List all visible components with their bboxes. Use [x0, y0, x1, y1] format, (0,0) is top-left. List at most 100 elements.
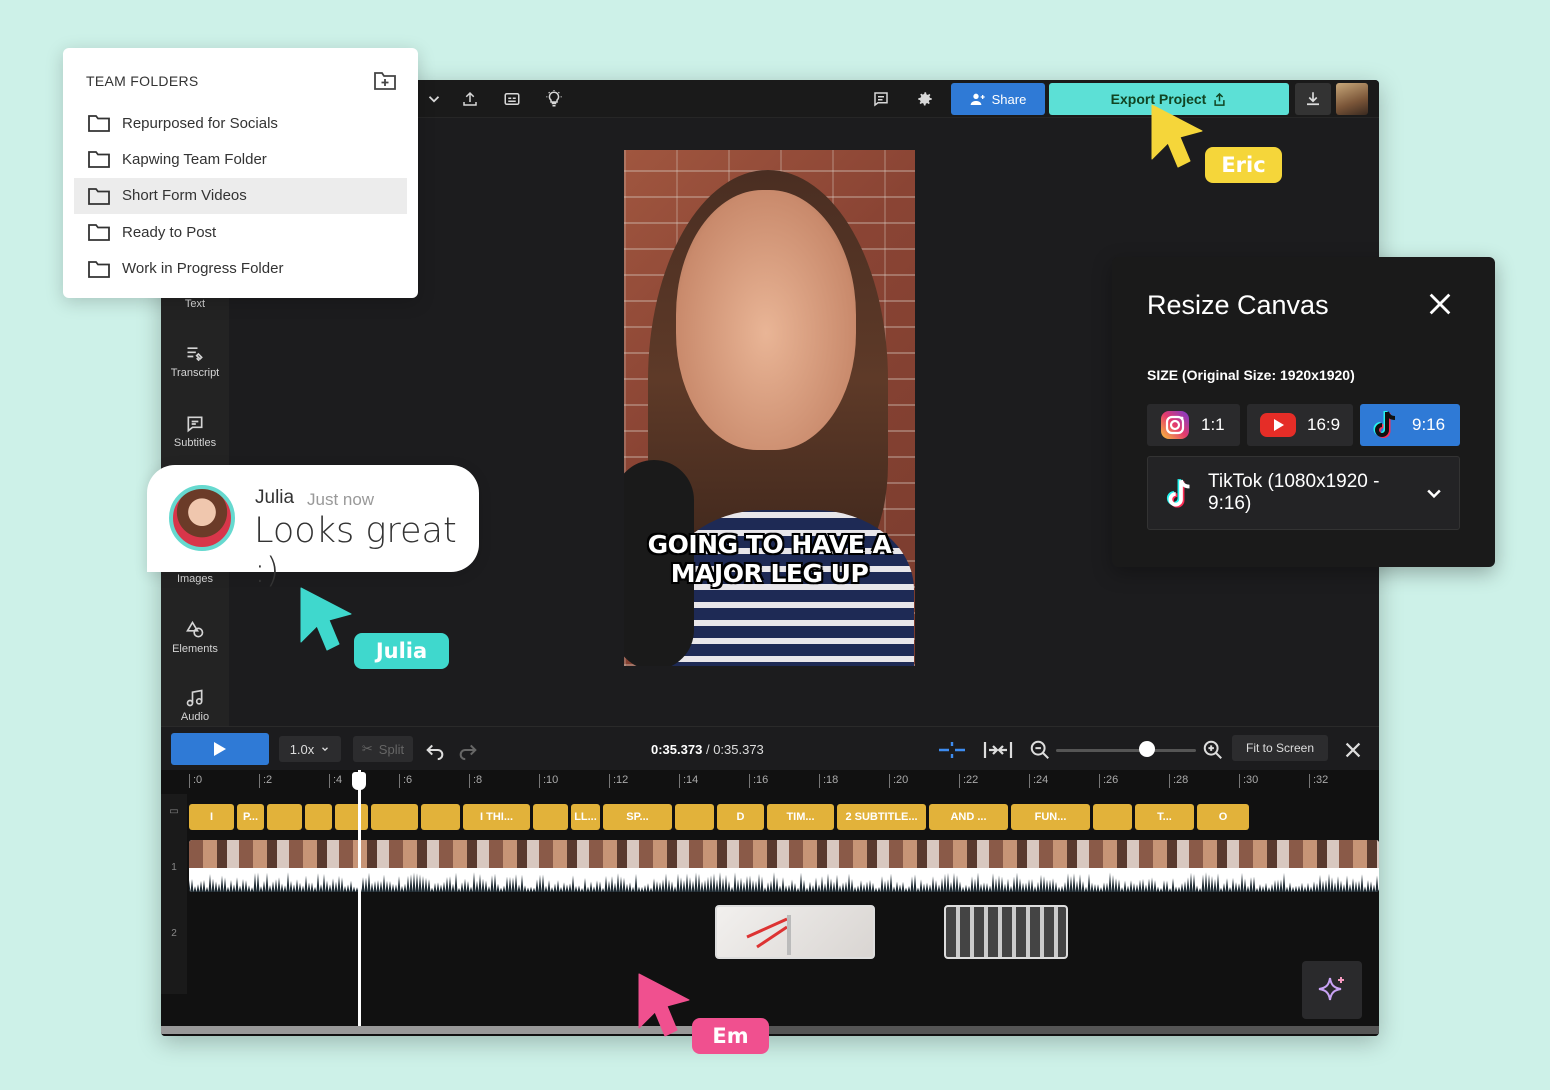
sidebar-item-images[interactable]: Images [161, 573, 229, 585]
zoom-slider-handle[interactable] [1139, 741, 1155, 757]
time-ruler[interactable]: :0:2:4:6:8:10:12:14:16:18:20:22:24:26:28… [189, 770, 1379, 792]
undo-icon[interactable] [424, 739, 446, 761]
folder-label: Repurposed for Socials [122, 114, 278, 132]
subtitle-clip[interactable]: FUN... [1011, 804, 1090, 830]
video-preview[interactable]: GOING TO HAVE A MAJOR LEG UP [624, 150, 915, 666]
total-time: 0:35.373 [713, 742, 764, 757]
download-icon [1307, 92, 1319, 106]
subtitle-clip[interactable] [305, 804, 332, 830]
lightbulb-icon[interactable] [543, 88, 565, 110]
folder-icon [88, 187, 110, 205]
chevron-down-icon[interactable] [423, 88, 445, 110]
ruler-tick: :16 [749, 774, 768, 788]
new-folder-icon[interactable] [373, 69, 397, 91]
ratio-16-9-button[interactable]: 16:9 [1247, 404, 1353, 446]
folder-item[interactable]: Short Form Videos [74, 177, 407, 214]
subtitle-clip[interactable] [1093, 804, 1132, 830]
fit-width-icon[interactable] [983, 739, 1013, 761]
zoom-in-icon[interactable] [1202, 739, 1224, 761]
subtitle-clip[interactable]: D [717, 804, 764, 830]
cursor-name-tag: Em [692, 1018, 769, 1054]
sidebar-item-label: Text [184, 298, 206, 310]
playhead-handle[interactable] [352, 772, 366, 790]
ruler-tick: :12 [609, 774, 628, 788]
audio-waveform [189, 872, 1379, 892]
folder-item[interactable]: Ready to Post [74, 214, 407, 250]
share-out-icon [1214, 92, 1225, 106]
cursor-arrow-icon [638, 973, 690, 1037]
timeline-scrollbar-thumb[interactable] [161, 1026, 701, 1034]
sidebar-item-audio[interactable]: Audio [161, 688, 229, 723]
gear-icon[interactable] [914, 88, 936, 110]
cursor-arrow-icon [1151, 104, 1203, 168]
comment-author: Julia [255, 487, 295, 508]
upload-icon[interactable] [459, 88, 481, 110]
subtitle-clip[interactable]: TIM... [767, 804, 834, 830]
subtitle-clip[interactable] [335, 804, 368, 830]
share-button[interactable]: Share [951, 83, 1045, 115]
subtitle-clip[interactable] [371, 804, 418, 830]
subtitle-clip[interactable]: T... [1135, 804, 1194, 830]
captions-icon[interactable] [501, 88, 523, 110]
subtitle-clip[interactable]: SP... [603, 804, 672, 830]
ruler-tick: :6 [399, 774, 412, 788]
user-avatar[interactable] [1336, 83, 1368, 115]
snap-icon[interactable] [937, 739, 967, 761]
speed-select[interactable]: 1.0x [279, 736, 341, 762]
ruler-tick: :18 [819, 774, 838, 788]
zoom-slider[interactable] [1056, 749, 1196, 752]
subtitle-clip[interactable]: LL... [571, 804, 600, 830]
subtitle-clip[interactable]: P... [237, 804, 264, 830]
overlay-clip[interactable] [715, 905, 875, 959]
chevron-down-icon [1427, 489, 1441, 499]
close-icon[interactable] [1426, 290, 1454, 318]
ruler-tick: :4 [329, 774, 342, 788]
platform-preset-select[interactable]: TikTok (1080x1920 - 9:16) [1147, 456, 1460, 530]
add-user-icon [970, 93, 985, 105]
magic-button[interactable] [1302, 961, 1362, 1019]
preset-label: TikTok (1080x1920 - 9:16) [1208, 471, 1380, 514]
scissors-icon: ✂ [361, 741, 373, 756]
sidebar-item-subtitles[interactable]: Subtitles [161, 414, 229, 449]
close-icon[interactable] [1342, 739, 1364, 761]
sidebar-item-transcript[interactable]: Transcript [161, 344, 229, 379]
subtitle-clip[interactable]: I [189, 804, 234, 830]
comment-text: Looks great :) [254, 511, 457, 591]
split-label: Split [378, 741, 405, 757]
subtitle-clip[interactable] [675, 804, 714, 830]
download-button[interactable] [1295, 83, 1331, 115]
ratio-9-16-button[interactable]: 9:16 [1360, 404, 1460, 446]
overlay-clip[interactable] [944, 905, 1068, 959]
share-label: Share [991, 91, 1027, 107]
current-time: 0:35.373 [651, 742, 703, 757]
ruler-tick: :14 [679, 774, 698, 788]
sidebar-item-text[interactable]: Text [161, 298, 229, 310]
comment-icon[interactable] [870, 88, 892, 110]
video-caption[interactable]: GOING TO HAVE A MAJOR LEG UP [624, 530, 915, 588]
video-clip[interactable] [189, 840, 1379, 892]
folder-icon [88, 115, 110, 132]
subtitle-clip[interactable]: 2 SUBTITLE... [837, 804, 926, 830]
folder-icon [88, 260, 110, 278]
fit-to-screen-button[interactable]: Fit to Screen [1232, 735, 1328, 761]
playhead[interactable] [358, 770, 361, 1026]
ratio-1-1-button[interactable]: 1:1 [1147, 404, 1240, 446]
subtitle-clip[interactable]: I THI... [463, 804, 530, 830]
subtitle-clip[interactable]: AND ... [929, 804, 1008, 830]
split-button[interactable]: ✂ Split [353, 736, 413, 762]
play-button[interactable] [171, 733, 269, 765]
subtitle-clip[interactable] [421, 804, 460, 830]
timeline[interactable]: :0:2:4:6:8:10:12:14:16:18:20:22:24:26:28… [161, 770, 1379, 1036]
folder-item[interactable]: Work in Progress Folder [74, 251, 407, 287]
zoom-out-icon[interactable] [1029, 739, 1051, 761]
subtitle-clip[interactable] [533, 804, 568, 830]
redo-icon[interactable] [457, 739, 479, 761]
sidebar-item-elements[interactable]: Elements [161, 620, 229, 655]
cursor-arrow-icon [300, 587, 352, 651]
folder-item[interactable]: Kapwing Team Folder [74, 141, 407, 177]
ruler-tick: :2 [259, 774, 272, 788]
folder-item[interactable]: Repurposed for Socials [74, 105, 407, 141]
subtitle-clip[interactable]: O [1197, 804, 1249, 830]
subtitle-clip[interactable] [267, 804, 302, 830]
subtitle-track[interactable]: I P... I THI... LL... SP... D TIM... 2 SUBTITLE… [189, 804, 1379, 830]
